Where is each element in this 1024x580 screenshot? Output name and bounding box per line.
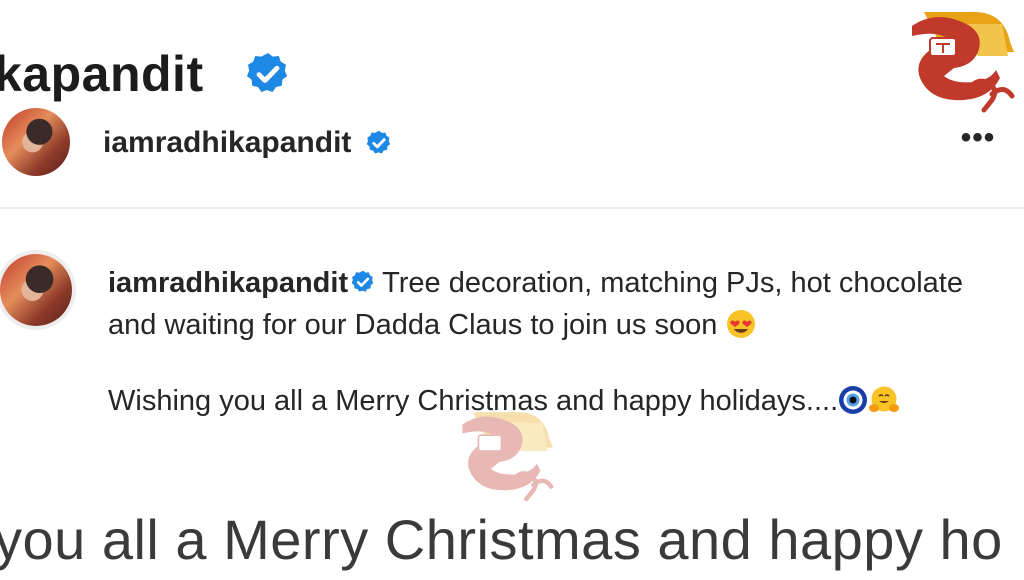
verified-badge-icon — [351, 270, 374, 292]
post-caption: iamradhikapandit Tree decoration, matchi… — [108, 262, 988, 422]
post-header: iamradhikapandit ••• — [0, 108, 1024, 180]
more-options-button[interactable]: ••• — [956, 123, 1000, 160]
zoomed-username: kapandit — [0, 46, 204, 102]
tv-channel-logo — [912, 12, 1015, 113]
divider — [0, 207, 1024, 209]
heart-eyes-emoji — [727, 310, 756, 338]
nazar-amulet-emoji — [839, 386, 868, 414]
hugging-face-emoji — [869, 386, 900, 412]
avatar[interactable] — [2, 108, 70, 176]
tv-channel-logo-watermark — [462, 412, 554, 502]
verified-badge-icon — [247, 53, 287, 92]
avatar[interactable] — [0, 254, 72, 326]
post-username[interactable]: iamradhikapandit — [103, 126, 351, 160]
verified-badge-icon — [366, 130, 391, 154]
caption-username[interactable]: iamradhikapandit — [108, 267, 348, 299]
